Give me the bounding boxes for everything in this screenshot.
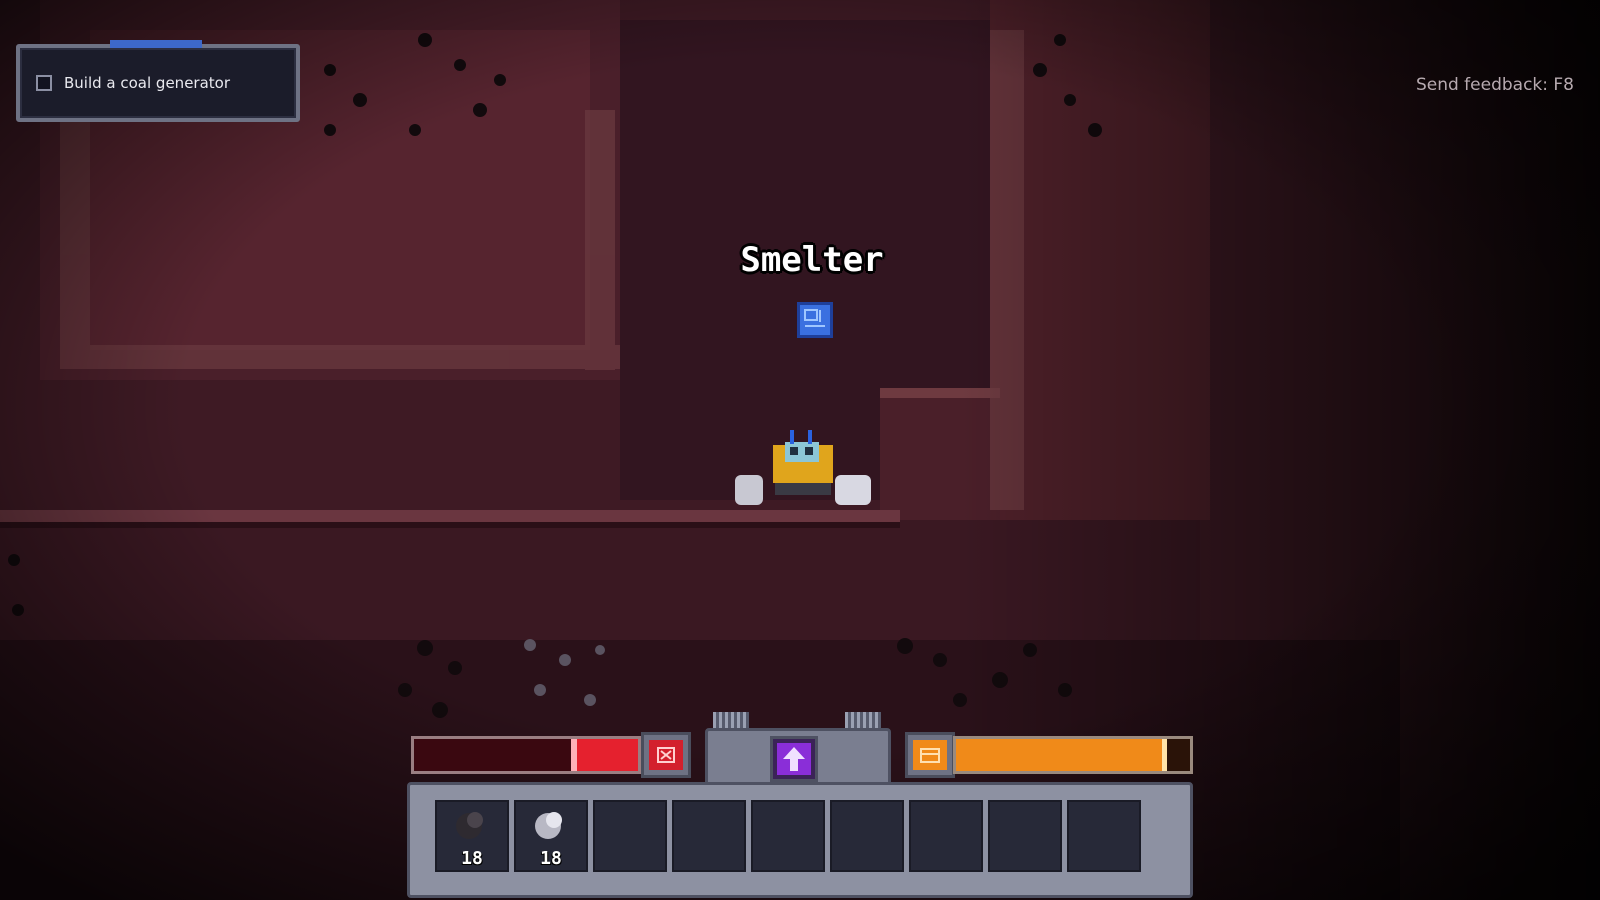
- inventory-bar: 18 18: [405, 782, 1195, 898]
- inventory-slot[interactable]: 18: [435, 800, 509, 872]
- inventory-slot[interactable]: [830, 800, 904, 872]
- item-count: 18: [540, 848, 562, 869]
- building-label: Smelter: [740, 240, 884, 280]
- inventory-slot[interactable]: [909, 800, 983, 872]
- arrow-up-icon: [783, 747, 805, 771]
- energy-cap: [905, 732, 955, 778]
- health-cap: [641, 732, 691, 778]
- health-bar-fill: [570, 739, 638, 771]
- item-count: 18: [461, 848, 483, 869]
- feedback-hint: Send feedback: F8: [1415, 75, 1574, 95]
- iron-ore-icon: [535, 812, 562, 839]
- chest-icon: [920, 748, 940, 763]
- coal-ore-icon: [456, 812, 483, 839]
- inventory-slot[interactable]: [751, 800, 825, 872]
- quest-label: Build a coal generator: [64, 74, 231, 92]
- inventory-slot[interactable]: 18: [514, 800, 588, 872]
- energy-bar: [953, 736, 1193, 774]
- hud: 18 18: [405, 712, 1195, 898]
- inventory-slot[interactable]: [1067, 800, 1141, 872]
- quest-panel: Build a coal generator: [16, 40, 300, 122]
- quest-tab: [110, 40, 202, 48]
- quest-checkbox[interactable]: [36, 75, 52, 91]
- inventory-slot[interactable]: [988, 800, 1062, 872]
- upgrade-button[interactable]: [770, 736, 818, 782]
- energy-bar-fill: [956, 739, 1167, 771]
- inventory-slot[interactable]: [593, 800, 667, 872]
- blueprint-icon[interactable]: [795, 300, 835, 340]
- health-bar: [411, 736, 641, 774]
- inventory-slot[interactable]: [672, 800, 746, 872]
- repair-icon: [657, 747, 675, 763]
